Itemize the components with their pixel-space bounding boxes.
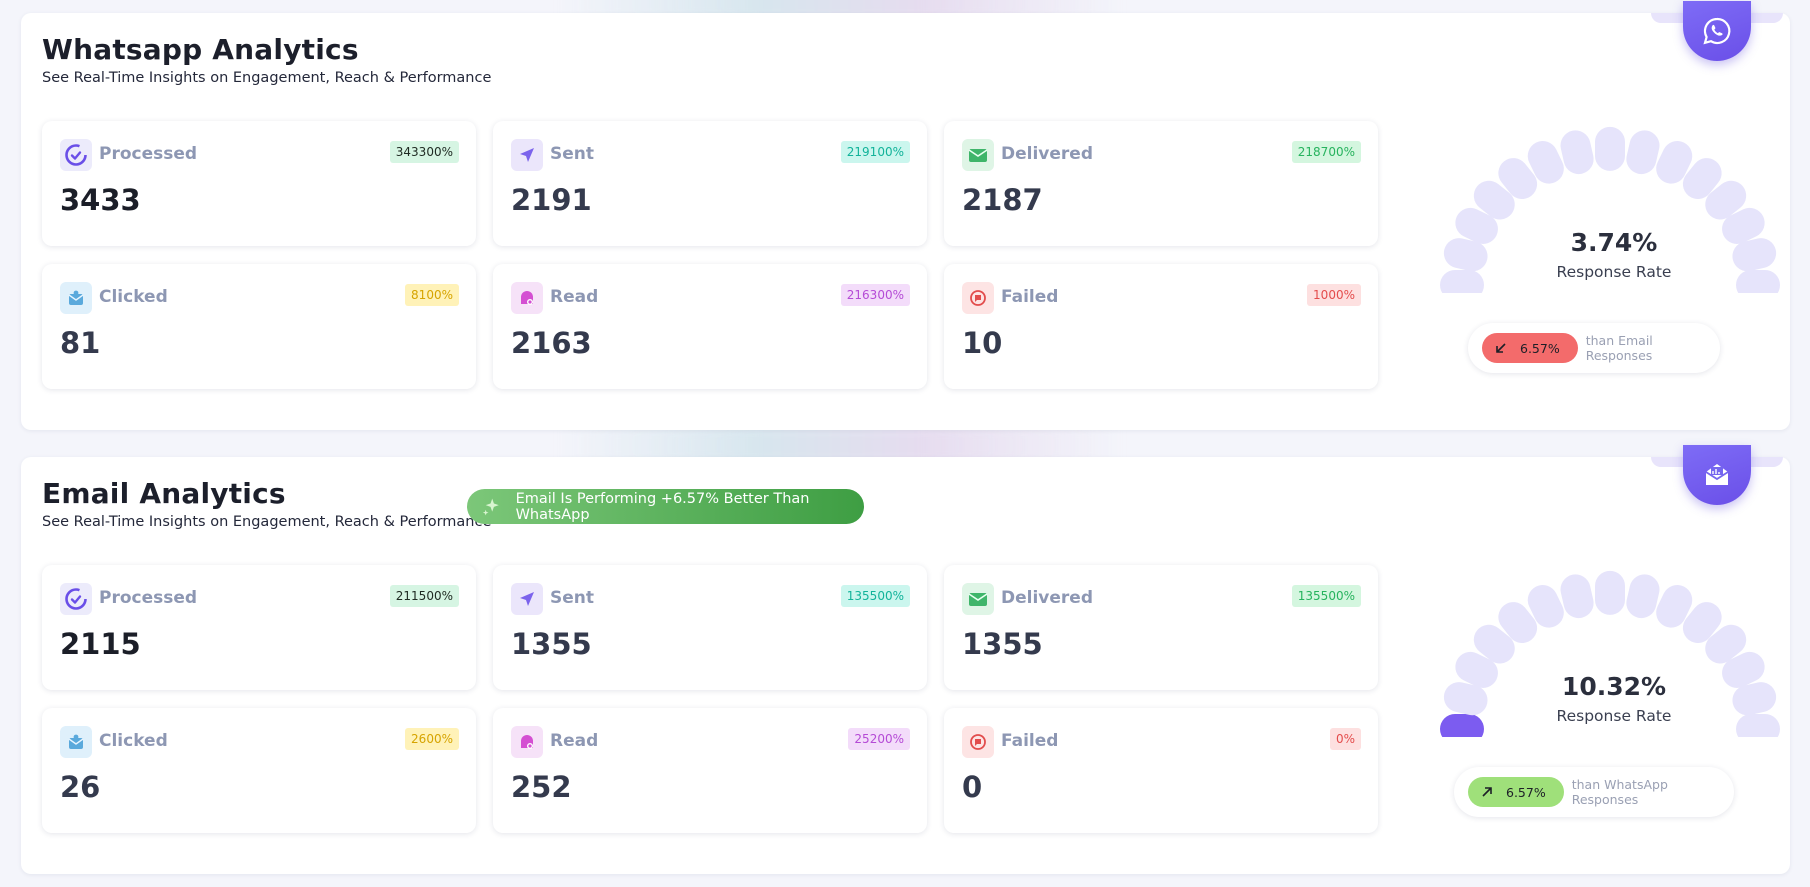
card-label: Failed [1001, 287, 1059, 307]
percentage-badge: 1000% [1307, 284, 1361, 306]
comparison-pill: 6.57% than WhatsApp Responses [1454, 767, 1734, 817]
comparison-chip: 6.57% [1468, 777, 1564, 807]
comparison-text: than WhatsApp Responses [1571, 777, 1668, 807]
delivered-card: Delivered 218700% 2187 [944, 121, 1378, 246]
percentage-badge: 218700% [1291, 141, 1361, 163]
card-label: Read [550, 287, 599, 307]
mail-check-icon [962, 583, 994, 615]
gauge-segment [1595, 126, 1625, 171]
response-rate-label: Response Rate [1556, 263, 1672, 281]
comparison-chip: 6.57% [1482, 333, 1578, 363]
clicked-card: Clicked 8100% 81 [42, 264, 476, 389]
card-value: 2187 [962, 183, 1043, 217]
response-rate-value: 10.32% [1561, 672, 1667, 701]
sent-card: Sent 135500% 1355 [493, 565, 927, 690]
card-label: Clicked [99, 287, 168, 307]
card-label: Failed [1001, 731, 1059, 751]
card-value: 2191 [511, 183, 592, 217]
panel-subtitle: See Real-Time Insights on Engagement, Re… [42, 70, 492, 86]
percentage-badge: 219100% [840, 141, 910, 163]
read-icon [511, 282, 543, 314]
gauge-segment [1440, 714, 1484, 737]
processed-card: Processed 343300% 3433 [42, 121, 476, 246]
card-label: Clicked [99, 731, 168, 751]
failed-card: Failed 1000% 10 [944, 264, 1378, 389]
card-value: 1355 [962, 627, 1043, 661]
percentage-badge: 211500% [389, 585, 459, 607]
card-value: 0 [962, 770, 983, 804]
read-card: Read 216300% 2163 [493, 264, 927, 389]
gauge-segment [1595, 570, 1625, 615]
arrow-up-right-icon [1482, 787, 1492, 797]
processed-icon [60, 139, 92, 171]
card-label: Read [550, 731, 599, 751]
processed-icon [60, 583, 92, 615]
card-label: Delivered [1001, 144, 1093, 164]
comparison-value: 6.57% [1520, 340, 1560, 356]
arrow-down-left-icon [1496, 343, 1506, 353]
sent-card: Sent 219100% 2191 [493, 121, 927, 246]
paper-plane-icon [511, 583, 543, 615]
clicked-card: Clicked 2600% 26 [42, 708, 476, 833]
sparkle-icon [482, 498, 499, 515]
performance-badge: Email Is Performing +6.57% Better Than W… [467, 489, 864, 524]
card-label: Processed [99, 144, 198, 164]
card-value: 26 [60, 770, 101, 804]
card-value: 3433 [60, 183, 141, 217]
gauge-segment [1440, 270, 1484, 293]
paper-plane-icon [511, 139, 543, 171]
failed-icon [962, 726, 994, 758]
card-value: 1355 [511, 627, 592, 661]
card-value: 2115 [60, 627, 141, 661]
response-rate-value: 3.74% [1570, 228, 1658, 257]
panel-subtitle: See Real-Time Insights on Engagement, Re… [42, 514, 492, 530]
mail-click-icon [60, 282, 92, 314]
card-value: 2163 [511, 326, 592, 360]
card-value: 252 [511, 770, 572, 804]
delivered-card: Delivered 135500% 1355 [944, 565, 1378, 690]
response-rate-label: Response Rate [1556, 707, 1672, 725]
percentage-badge: 343300% [389, 141, 459, 163]
percentage-badge: 2600% [405, 728, 459, 750]
card-label: Delivered [1001, 588, 1093, 608]
percentage-badge: 135500% [1291, 585, 1361, 607]
percentage-badge: 8100% [405, 284, 459, 306]
performance-text: Email Is Performing +6.57% Better Than W… [515, 490, 810, 523]
mail-click-icon [60, 726, 92, 758]
failed-card: Failed 0% 0 [944, 708, 1378, 833]
read-card: Read 25200% 252 [493, 708, 927, 833]
comparison-text: than Email Responses [1585, 333, 1653, 363]
email-analytics-panel: Email Analytics See Real-Time Insights o… [21, 445, 1790, 874]
card-label: Sent [550, 588, 595, 608]
gauge-segment [1736, 714, 1780, 737]
card-value: 10 [962, 326, 1003, 360]
page-title: Email Analytics [42, 477, 286, 510]
percentage-badge: 0% [1329, 728, 1361, 750]
comparison-pill: 6.57% than Email Responses [1468, 323, 1720, 373]
whatsapp-icon [1683, 1, 1751, 61]
card-label: Sent [550, 144, 595, 164]
gauge-segment [1736, 270, 1780, 293]
percentage-badge: 135500% [840, 585, 910, 607]
comparison-value: 6.57% [1506, 784, 1546, 800]
read-icon [511, 726, 543, 758]
percentage-badge: 216300% [840, 284, 910, 306]
processed-card: Processed 211500% 2115 [42, 565, 476, 690]
percentage-badge: 25200% [848, 728, 910, 750]
mail-check-icon [962, 139, 994, 171]
envelope-icon [1683, 445, 1751, 505]
page-title: Whatsapp Analytics [42, 33, 359, 66]
whatsapp-analytics-panel: Whatsapp Analytics See Real-Time Insight… [21, 1, 1790, 430]
card-value: 81 [60, 326, 101, 360]
card-label: Processed [99, 588, 198, 608]
failed-icon [962, 282, 994, 314]
